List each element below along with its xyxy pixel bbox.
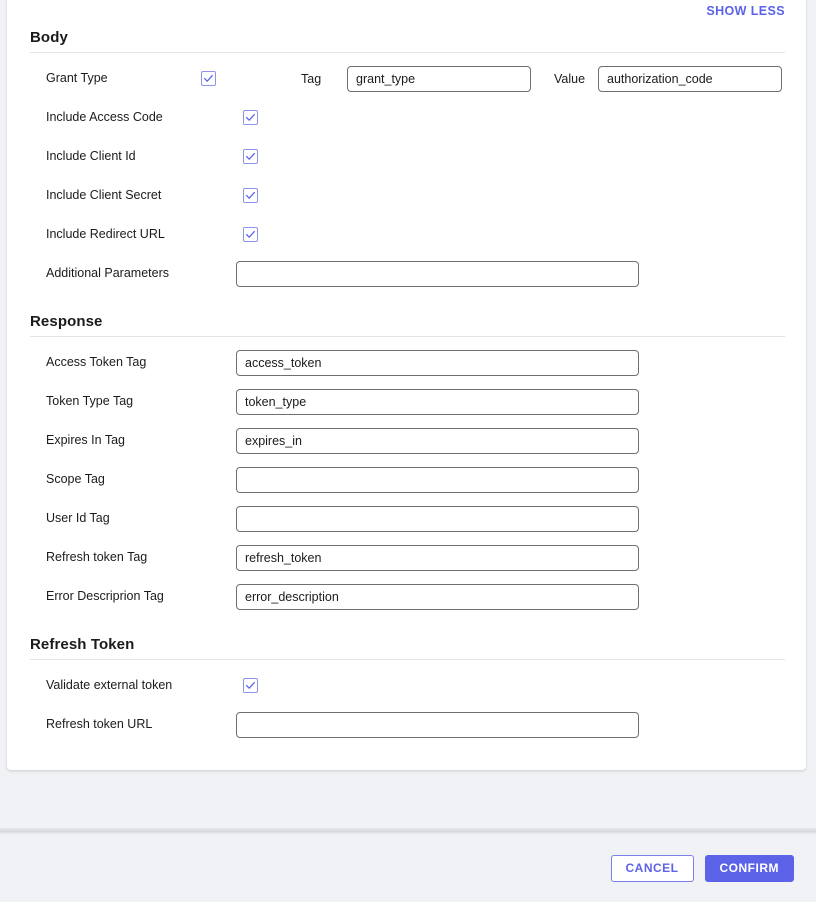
refresh-token-tag-input[interactable] <box>236 544 639 571</box>
refresh-token-section-title: Refresh Token <box>30 636 135 653</box>
include-access-code-row: Include Access Code <box>30 98 785 137</box>
include-client-id-row: Include Client Id <box>30 137 785 176</box>
scope-tag-row: Scope Tag <box>30 460 785 499</box>
access-token-tag-label: Access Token Tag <box>46 355 147 370</box>
include-access-code-checkbox[interactable] <box>243 110 258 125</box>
grant-type-label: Grant Type <box>46 71 108 86</box>
check-icon <box>245 191 255 199</box>
additional-parameters-label: Additional Parameters <box>46 266 169 281</box>
grant-type-checkbox[interactable] <box>201 71 216 86</box>
token-type-tag-label: Token Type Tag <box>46 394 134 409</box>
refresh-token-tag-row: Refresh token Tag <box>30 538 785 577</box>
body-section-rows: Grant Type Tag Value Include Access Code <box>30 53 785 293</box>
include-redirect-url-checkbox[interactable] <box>243 227 258 242</box>
show-less-row: SHOW LESS <box>7 0 806 18</box>
expires-in-tag-input[interactable] <box>236 427 639 454</box>
include-redirect-url-row: Include Redirect URL <box>30 215 785 254</box>
include-client-id-label: Include Client Id <box>46 149 136 164</box>
additional-parameters-input[interactable] <box>236 260 639 287</box>
check-icon <box>203 74 213 82</box>
user-id-tag-label: User Id Tag <box>46 511 110 526</box>
include-client-secret-checkbox[interactable] <box>243 188 258 203</box>
validate-external-token-checkbox[interactable] <box>243 678 258 693</box>
include-client-id-checkbox[interactable] <box>243 149 258 164</box>
cancel-button[interactable]: CANCEL <box>610 854 694 882</box>
user-id-tag-row: User Id Tag <box>30 499 785 538</box>
error-description-tag-row: Error Descriprion Tag <box>30 577 785 616</box>
refresh-token-tag-label: Refresh token Tag <box>46 550 148 565</box>
access-token-tag-row: Access Token Tag <box>30 343 785 382</box>
grant-type-value-input[interactable] <box>598 65 782 92</box>
check-icon <box>245 681 255 689</box>
refresh-token-url-input[interactable] <box>236 711 639 738</box>
grant-type-tag-input[interactable] <box>347 65 531 92</box>
confirm-button[interactable]: CONFIRM <box>704 854 794 882</box>
response-section-title: Response <box>30 313 103 330</box>
validate-external-token-label: Validate external token <box>46 678 173 693</box>
scrollable-content-region: SHOW LESS Body Grant Type Tag Value <box>0 0 816 828</box>
tag-label: Tag <box>301 71 322 86</box>
include-redirect-url-label: Include Redirect URL <box>46 227 165 242</box>
response-section: Response Access Token Tag Token Type Tag… <box>7 293 806 616</box>
error-description-tag-label: Error Descriprion Tag <box>46 589 164 604</box>
refresh-token-url-label: Refresh token URL <box>46 717 153 732</box>
refresh-token-section-rows: Validate external token Refresh token UR… <box>30 660 785 744</box>
validate-external-token-row: Validate external token <box>30 666 785 705</box>
error-description-tag-input[interactable] <box>236 583 639 610</box>
refresh-token-section: Refresh Token Validate external token Re… <box>7 616 806 744</box>
token-type-tag-input[interactable] <box>236 388 639 415</box>
response-section-rows: Access Token Tag Token Type Tag Expires … <box>30 337 785 616</box>
body-section: Body Grant Type Tag Value <box>7 18 806 293</box>
expires-in-tag-row: Expires In Tag <box>30 421 785 460</box>
oauth-settings-card: SHOW LESS Body Grant Type Tag Value <box>7 0 806 770</box>
body-section-title: Body <box>30 29 68 46</box>
scope-tag-label: Scope Tag <box>46 472 105 487</box>
refresh-token-url-row: Refresh token URL <box>30 705 785 744</box>
expires-in-tag-label: Expires In Tag <box>46 433 125 448</box>
additional-parameters-row: Additional Parameters <box>30 254 785 293</box>
include-access-code-label: Include Access Code <box>46 110 163 125</box>
check-icon <box>245 113 255 121</box>
check-icon <box>245 230 255 238</box>
include-client-secret-row: Include Client Secret <box>30 176 785 215</box>
user-id-tag-input[interactable] <box>236 505 639 532</box>
scope-tag-input[interactable] <box>236 466 639 493</box>
check-icon <box>245 152 255 160</box>
dialog-footer: CANCEL CONFIRM <box>0 834 816 902</box>
show-less-link[interactable]: SHOW LESS <box>706 4 785 19</box>
access-token-tag-input[interactable] <box>236 349 639 376</box>
value-label: Value <box>554 71 586 86</box>
include-client-secret-label: Include Client Secret <box>46 188 162 203</box>
token-type-tag-row: Token Type Tag <box>30 382 785 421</box>
grant-type-row: Grant Type Tag Value <box>30 59 785 98</box>
